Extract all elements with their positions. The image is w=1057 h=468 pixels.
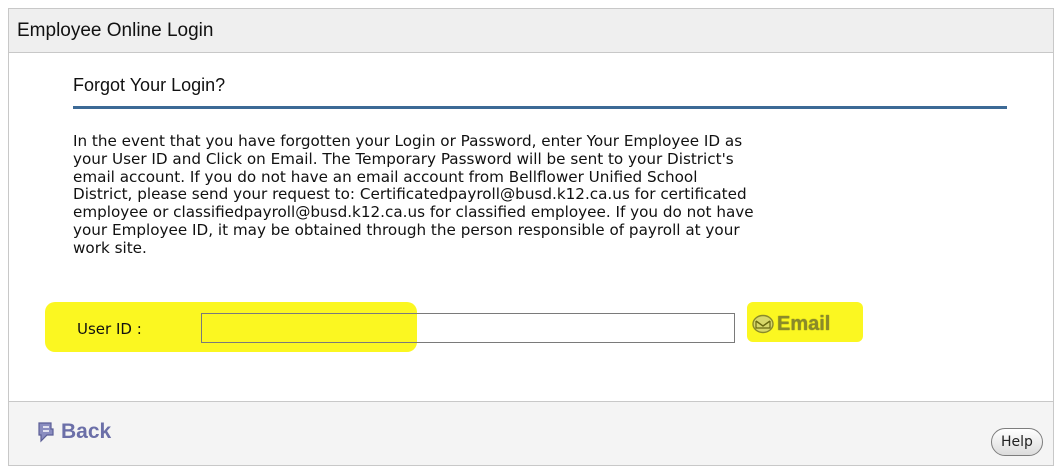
- window-title: Employee Online Login: [9, 9, 1053, 53]
- heading-divider: [73, 106, 1007, 109]
- instructions-line: In the event that you have forgotten you…: [73, 132, 743, 150]
- instructions-line: email account. If you do not have an ema…: [73, 167, 698, 186]
- instructions-text: In the event that you have forgotten you…: [73, 132, 1013, 258]
- instructions-line: work site.: [73, 238, 147, 257]
- help-button[interactable]: Help: [991, 428, 1043, 456]
- instructions-line: your User ID and Click on Email. The Tem…: [73, 149, 734, 168]
- email-button-label: Email: [777, 312, 831, 335]
- envelope-icon: [751, 314, 775, 334]
- instructions-line: District, please send your request to: C…: [73, 185, 747, 204]
- back-button[interactable]: Back: [37, 420, 111, 444]
- user-id-row: User ID : Email: [45, 302, 865, 352]
- back-arrow-icon: [37, 421, 55, 443]
- instructions-line: your Employee ID, it may be obtained thr…: [73, 220, 740, 239]
- footer-bar: Back Help: [9, 402, 1053, 465]
- instructions-line: employee or classifiedpayroll@busd.k12.c…: [73, 203, 754, 222]
- section-heading: Forgot Your Login?: [73, 75, 226, 95]
- user-id-input[interactable]: [201, 313, 735, 343]
- back-button-label: Back: [61, 420, 112, 443]
- email-button[interactable]: Email: [751, 310, 830, 338]
- user-id-label: User ID :: [77, 320, 142, 338]
- login-panel: Employee Online Login Forgot Your Login?…: [8, 8, 1054, 466]
